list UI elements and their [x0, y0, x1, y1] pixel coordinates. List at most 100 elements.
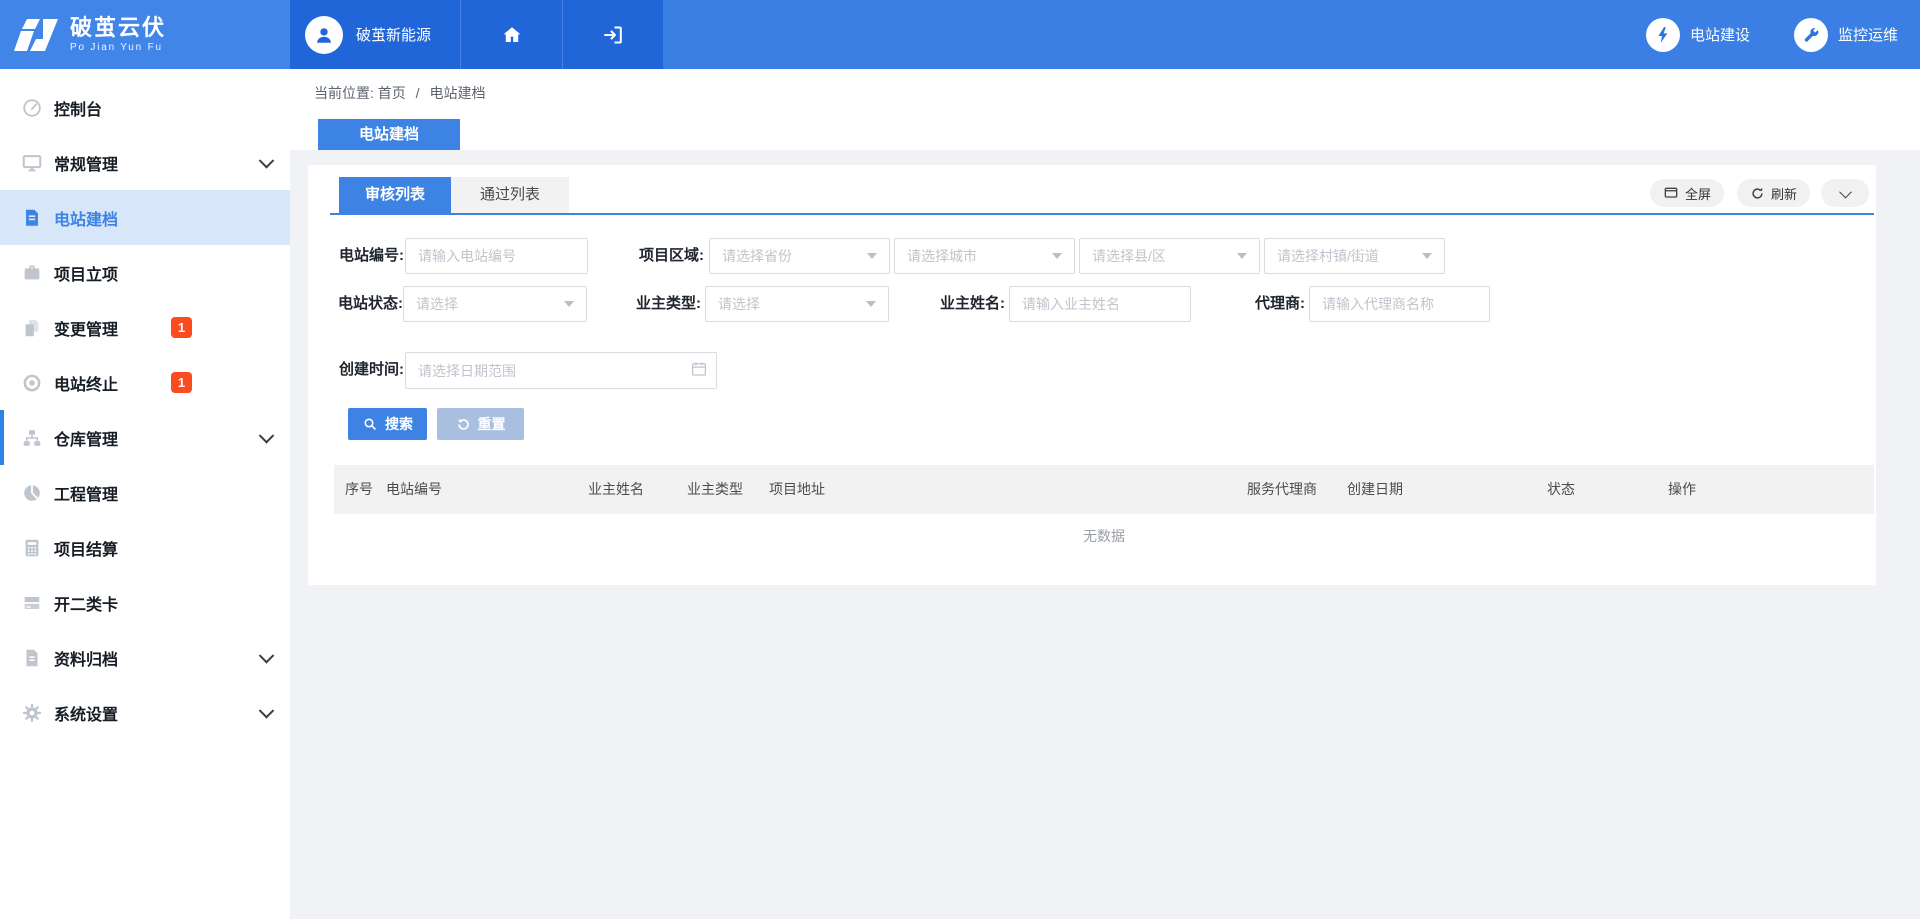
- cards-icon: [20, 591, 44, 615]
- search-icon: [362, 416, 378, 432]
- station-status-select[interactable]: 请选择: [403, 286, 587, 322]
- breadcrumb-prefix: 当前位置:: [314, 85, 374, 101]
- region-label: 项目区域:: [608, 238, 704, 274]
- calendar-icon: [690, 360, 708, 383]
- col-agent: 服务代理商: [1247, 465, 1317, 514]
- breadcrumb-current: 电站建档: [429, 85, 485, 101]
- region-county-select[interactable]: 请选择县/区: [1079, 238, 1260, 274]
- chevron-down-icon: [1839, 185, 1852, 198]
- logout-button[interactable]: [562, 0, 663, 69]
- col-create-date: 创建日期: [1347, 465, 1403, 514]
- home-button[interactable]: [460, 0, 563, 69]
- sidebar: 控制台 常规管理 电站建档 项目立项 变更管理 1 电站终止 1: [0, 69, 290, 919]
- monitor-icon: [20, 151, 44, 175]
- tab-underline: [330, 213, 1874, 215]
- table-header-row: 序号 电站编号 业主姓名 业主类型 项目地址 服务代理商 创建日期 状态 操作: [334, 465, 1874, 514]
- region-city-select[interactable]: 请选择城市: [894, 238, 1075, 274]
- company-name: 破茧新能源: [356, 24, 431, 45]
- col-station-no: 电站编号: [386, 465, 442, 514]
- owner-name-label: 业主姓名:: [908, 286, 1005, 322]
- owner-type-label: 业主类型:: [608, 286, 701, 322]
- brand-logo: 破茧云伏 Po Jian Yun Fu: [0, 0, 290, 69]
- chevron-down-icon: [259, 648, 275, 664]
- created-time-label: 创建时间:: [316, 352, 404, 388]
- sidebar-item-engineering-mgmt[interactable]: 工程管理: [0, 465, 290, 520]
- reset-button[interactable]: 重置: [437, 408, 524, 440]
- breadcrumb: 当前位置: 首页 / 电站建档: [314, 83, 485, 103]
- col-address: 项目地址: [769, 465, 825, 514]
- col-owner-type: 业主类型: [687, 465, 743, 514]
- sidebar-item-station-archive[interactable]: 电站建档: [0, 190, 290, 245]
- brand-title: 破茧云伏: [70, 16, 166, 40]
- agent-input[interactable]: [1309, 286, 1490, 322]
- sidebar-item-data-archive[interactable]: 资料归档: [0, 630, 290, 685]
- agent-label: 代理商:: [1213, 286, 1305, 322]
- nav-monitor-ops[interactable]: 监控运维: [1794, 18, 1898, 52]
- header: 破茧云伏 Po Jian Yun Fu 破茧新能源 电站建设 监控运维: [0, 0, 1920, 69]
- gear-icon: [20, 701, 44, 725]
- wrench-icon: [1794, 18, 1828, 52]
- region-town-select[interactable]: 请选择村镇/街道: [1264, 238, 1445, 274]
- sidebar-item-warehouse-mgmt[interactable]: 仓库管理: [0, 410, 290, 465]
- user-avatar-icon: [305, 16, 343, 54]
- refresh-button[interactable]: 刷新: [1737, 179, 1810, 207]
- caret-down-icon: [1422, 253, 1432, 259]
- tab-passed-list[interactable]: 通过列表: [451, 177, 569, 213]
- breadcrumb-home-link[interactable]: 首页: [378, 85, 406, 101]
- station-no-label: 电站编号:: [316, 238, 404, 274]
- badge-count: 1: [171, 372, 192, 393]
- region-province-select[interactable]: 请选择省份: [709, 238, 890, 274]
- breadcrumb-bar: 当前位置: 首页 / 电站建档 电站建档: [290, 69, 1920, 150]
- page-tab-station-archive[interactable]: 电站建档: [318, 119, 460, 150]
- dashboard-icon: [20, 96, 44, 120]
- header-user[interactable]: 破茧新能源: [290, 0, 460, 69]
- col-status: 状态: [1547, 465, 1575, 514]
- col-index: 序号: [345, 465, 373, 514]
- owner-type-select[interactable]: 请选择: [705, 286, 889, 322]
- reset-icon: [456, 417, 471, 432]
- brand-tagline: Po Jian Yun Fu: [70, 42, 166, 54]
- caret-down-icon: [564, 301, 574, 307]
- breadcrumb-separator: /: [416, 85, 420, 101]
- sidebar-item-open-card[interactable]: 开二类卡: [0, 575, 290, 630]
- badge-count: 1: [171, 317, 192, 338]
- sidebar-item-console[interactable]: 控制台: [0, 80, 290, 135]
- bolt-icon: [1646, 18, 1680, 52]
- sidebar-item-system-settings[interactable]: 系统设置: [0, 685, 290, 740]
- owner-name-input[interactable]: [1009, 286, 1191, 322]
- target-icon: [20, 371, 44, 395]
- refresh-icon: [1750, 186, 1765, 201]
- sidebar-item-project-initiation[interactable]: 项目立项: [0, 245, 290, 300]
- file-icon: [20, 646, 44, 670]
- col-actions: 操作: [1668, 465, 1696, 514]
- nav-monitor-ops-label: 监控运维: [1838, 24, 1898, 45]
- sitemap-icon: [20, 426, 44, 450]
- brand-mark-icon: [13, 15, 59, 55]
- briefcase-icon: [20, 261, 44, 285]
- sidebar-item-general-mgmt[interactable]: 常规管理: [0, 135, 290, 190]
- copy-icon: [20, 316, 44, 340]
- content-panel: 审核列表 通过列表 全屏 刷新 电站编号: 项目区域: 请选择省份 请选择城市 …: [308, 165, 1876, 585]
- caret-down-icon: [866, 301, 876, 307]
- collapse-button[interactable]: [1821, 179, 1869, 207]
- station-no-input[interactable]: [405, 238, 588, 274]
- col-owner-name: 业主姓名: [588, 465, 644, 514]
- document-icon: [20, 206, 44, 230]
- sidebar-item-project-settlement[interactable]: 项目结算: [0, 520, 290, 575]
- chevron-down-icon: [259, 703, 275, 719]
- nav-station-build-label: 电站建设: [1690, 24, 1750, 45]
- created-time-range-input[interactable]: [405, 352, 717, 389]
- home-icon: [500, 23, 524, 47]
- tab-review-list[interactable]: 审核列表: [339, 177, 451, 213]
- sidebar-item-change-mgmt[interactable]: 变更管理 1: [0, 300, 290, 355]
- results-table: 序号 电站编号 业主姓名 业主类型 项目地址 服务代理商 创建日期 状态 操作 …: [334, 465, 1874, 558]
- fullscreen-icon: [1663, 185, 1679, 201]
- station-status-label: 电站状态:: [316, 286, 403, 322]
- calculator-icon: [20, 536, 44, 560]
- caret-down-icon: [1052, 253, 1062, 259]
- caret-down-icon: [867, 253, 877, 259]
- search-button[interactable]: 搜索: [348, 408, 427, 440]
- sidebar-item-station-termination[interactable]: 电站终止 1: [0, 355, 290, 410]
- fullscreen-button[interactable]: 全屏: [1650, 179, 1724, 207]
- nav-station-build[interactable]: 电站建设: [1646, 18, 1750, 52]
